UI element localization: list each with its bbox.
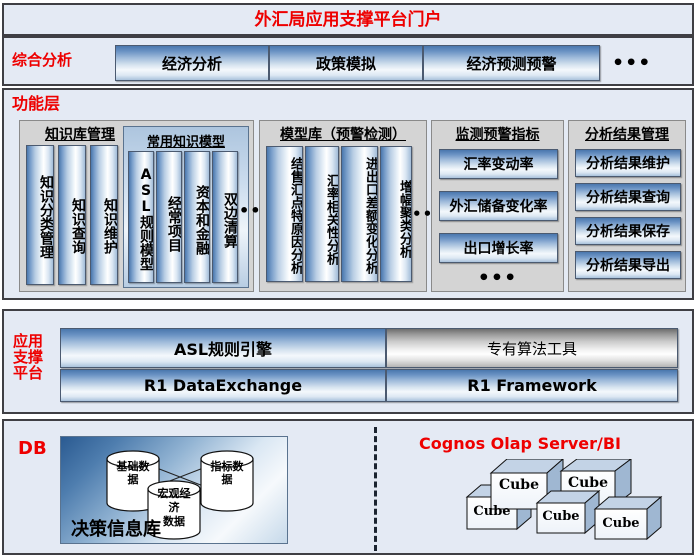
result-query-button[interactable]: 分析结果查询 xyxy=(575,183,681,211)
result-export-button[interactable]: 分析结果导出 xyxy=(575,251,681,279)
function-layer-panel: 功能层 知识库管理 知识分类管理 知识查询 知识维护 常用知识模型 ASL规则模… xyxy=(2,88,694,300)
cube-label-3: Cube xyxy=(473,504,511,519)
knowledge-base-title: 知识库管理 xyxy=(45,127,115,143)
decision-repository-box: 基础数 据 指标数 据 宏观经 济 数据 决策信息库 xyxy=(60,436,288,544)
comprehensive-analysis-panel: 综合分析 经济分析 政策模拟 经济预测预警 ••• xyxy=(2,36,694,86)
db-label: DB xyxy=(18,438,47,459)
asl-rule-engine-box[interactable]: ASL规则引擎 xyxy=(60,328,386,368)
function-layer-label: 功能层 xyxy=(12,94,61,113)
monitor-indicators-title: 监测预警指标 xyxy=(455,127,540,143)
db-layer-panel: DB 基础数 据 指标数 据 宏观经 济 数据 决策信息库 Cognos Ola… xyxy=(2,419,694,555)
button-economic-analysis[interactable]: 经济分析 xyxy=(115,45,269,81)
indicator-export-growth-rate[interactable]: 出口增长率 xyxy=(439,233,558,263)
current-account-model[interactable]: 经常项目 xyxy=(156,151,182,283)
knowledge-query[interactable]: 知识查询 xyxy=(58,145,86,285)
cylinder-macro-line2: 济 xyxy=(168,500,180,514)
knowledge-base-group: 知识库管理 知识分类管理 知识查询 知识维护 常用知识模型 ASL规则模型 经常… xyxy=(19,120,260,292)
cognos-section: Cognos Olap Server/BI Cube Cube Cube Cub… xyxy=(399,429,689,551)
portal-title-panel: 外汇局应用支撑平台门户 xyxy=(2,3,694,36)
r1-framework-box[interactable]: R1 Framework xyxy=(386,369,678,402)
capital-and-finance-model[interactable]: 资本和金融 xyxy=(184,151,210,283)
asl-rule-model[interactable]: ASL规则模型 xyxy=(128,151,154,283)
common-knowledge-models-box: 常用知识模型 ASL规则模型 经常项目 资本和金融 双边清算 •• xyxy=(123,126,260,288)
exchange-rate-correlation-analysis[interactable]: 汇率相关性分析 xyxy=(305,146,339,282)
import-export-balance-change-analysis[interactable]: 进出口差额变化分析 xyxy=(341,146,378,282)
proprietary-algorithm-tools-box[interactable]: 专有算法工具 xyxy=(386,328,678,368)
cognos-title: Cognos Olap Server/BI xyxy=(419,434,621,453)
bilateral-settlement-model[interactable]: 双边清算 xyxy=(212,151,238,283)
cube-label-1: Cube xyxy=(498,477,540,493)
result-management-title: 分析结果管理 xyxy=(585,127,669,143)
support-platform-label-line3: 平台 xyxy=(13,364,44,383)
common-knowledge-models-title: 常用知识模型 xyxy=(146,135,225,150)
support-platform-label-line1: 应用 xyxy=(13,332,44,350)
result-management-group: 分析结果管理 分析结果维护 分析结果查询 分析结果保存 分析结果导出 xyxy=(568,120,686,292)
support-platform-label-line2: 支撑 xyxy=(13,348,44,367)
button-policy-simulation[interactable]: 政策模拟 xyxy=(269,45,423,81)
indicator-fx-reserve-change-rate[interactable]: 外汇储备变化率 xyxy=(439,191,558,221)
result-maintenance-button[interactable]: 分析结果维护 xyxy=(575,149,681,177)
knowledge-maintenance[interactable]: 知识维护 xyxy=(90,145,118,285)
knowledge-classification-management[interactable]: 知识分类管理 xyxy=(26,145,54,285)
settlement-sale-fx-cause-analysis[interactable]: 结售汇点特原因分析 xyxy=(266,146,303,282)
cylinder-indicator-data-line1: 指标数 xyxy=(210,460,244,473)
cube-label-2: Cube xyxy=(567,475,609,491)
db-section-divider xyxy=(374,427,377,551)
cylinder-basic-data-line1: 基础数 xyxy=(116,460,150,473)
cylinder-basic-data-line2: 据 xyxy=(127,472,139,486)
cylinder-indicator-data-line2: 据 xyxy=(221,472,233,486)
decision-repository-name: 决策信息库 xyxy=(71,519,161,540)
comprehensive-ellipsis: ••• xyxy=(612,52,652,74)
model-library-group: 模型库（预警检测） 结售汇点特原因分析 汇率相关性分析 进出口差额变化分析 增幅… xyxy=(259,120,432,292)
comprehensive-analysis-label: 综合分析 xyxy=(12,51,73,69)
cube-label-4: Cube xyxy=(542,509,580,524)
cylinder-label-basic-data: 基础数 据 xyxy=(107,460,159,486)
r1-dataexchange-box[interactable]: R1 DataExchange xyxy=(60,369,386,402)
portal-title: 外汇局应用支撑平台门户 xyxy=(254,10,442,30)
cube-label-5: Cube xyxy=(602,516,640,531)
model-library-ellipsis: •• xyxy=(412,205,434,223)
cylinder-macro-line1: 宏观经 xyxy=(157,487,191,500)
support-platform-panel: 应用 支撑 平台 ASL规则引擎 专有算法工具 R1 DataExchange … xyxy=(2,309,694,414)
button-economic-forecast-warning[interactable]: 经济预测预警 xyxy=(423,45,600,81)
support-platform-label: 应用 支撑 平台 xyxy=(13,333,43,382)
monitor-indicators-group: 监测预警指标 汇率变动率 外汇储备变化率 出口增长率 ••• xyxy=(431,120,564,292)
cognos-cubes-graphic xyxy=(465,459,663,541)
indicator-exchange-rate-volatility[interactable]: 汇率变动率 xyxy=(439,149,558,179)
result-save-button[interactable]: 分析结果保存 xyxy=(575,217,681,245)
cylinder-label-indicator-data: 指标数 据 xyxy=(201,460,253,486)
monitor-indicators-ellipsis: ••• xyxy=(477,267,518,289)
model-library-title: 模型库（预警检测） xyxy=(280,127,406,143)
growth-rate-cluster-analysis[interactable]: 增幅聚类分析 xyxy=(380,146,412,282)
architecture-diagram: 外汇局应用支撑平台门户 综合分析 经济分析 政策模拟 经济预测预警 ••• 功能… xyxy=(0,0,696,558)
